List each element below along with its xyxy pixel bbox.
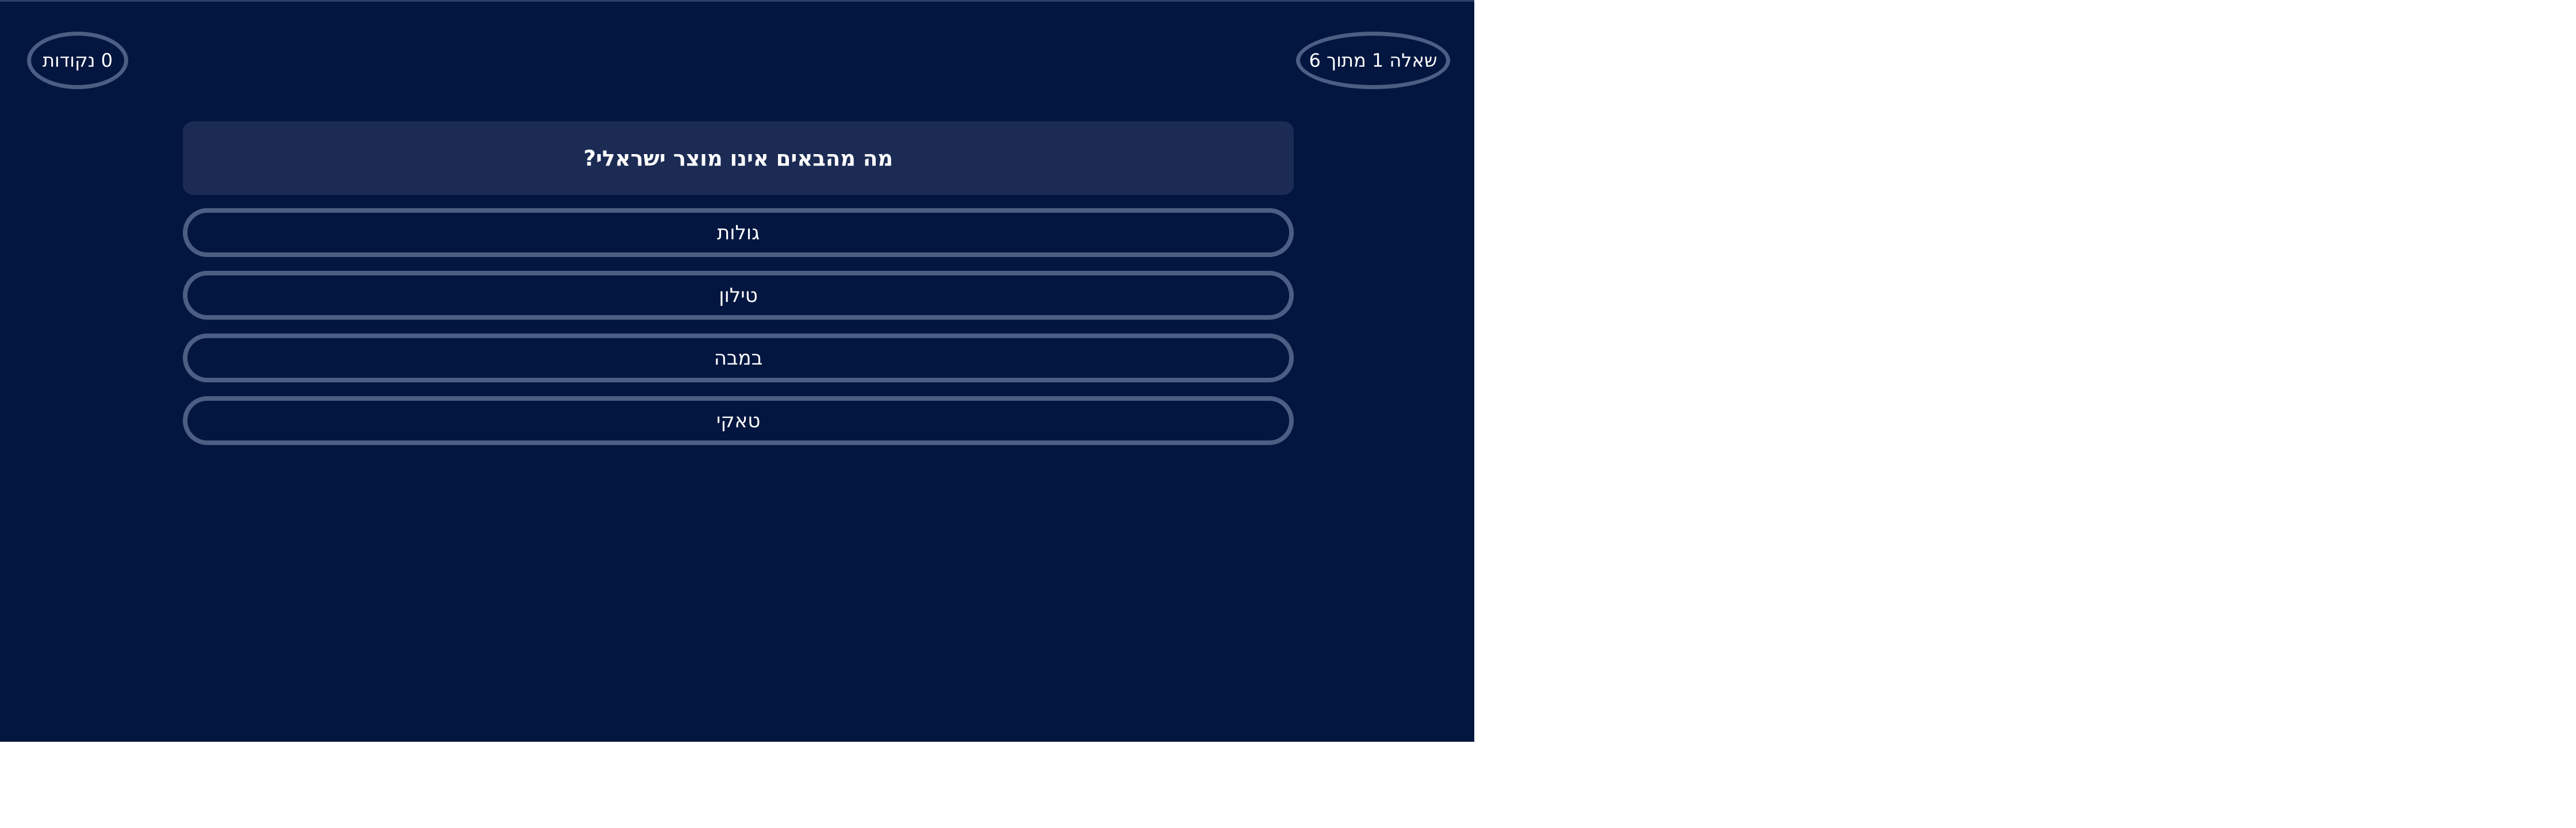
answer-option-2[interactable]: טילון bbox=[183, 271, 1294, 320]
answer-option-3[interactable]: במבה bbox=[183, 334, 1294, 382]
question-progress-text: שאלה 1 מתוך 6 bbox=[1309, 49, 1438, 71]
answer-option-label: במבה bbox=[714, 346, 763, 370]
answer-option-label: טאקי bbox=[716, 409, 761, 432]
answer-option-label: טילון bbox=[719, 283, 758, 307]
score-text: 0 נקודות bbox=[43, 49, 113, 71]
answer-option-1[interactable]: גולות bbox=[183, 208, 1294, 257]
quiz-screen: שאלה 1 מתוך 6 0 נקודות מה מהבאים אינו מו… bbox=[0, 0, 1474, 742]
question-card: מה מהבאים אינו מוצר ישראלי? bbox=[183, 121, 1294, 195]
answer-option-4[interactable]: טאקי bbox=[183, 396, 1294, 445]
question-text: מה מהבאים אינו מוצר ישראלי? bbox=[583, 145, 894, 171]
score-badge: 0 נקודות bbox=[27, 32, 128, 89]
answer-option-label: גולות bbox=[716, 221, 760, 244]
question-progress-badge: שאלה 1 מתוך 6 bbox=[1296, 32, 1450, 89]
